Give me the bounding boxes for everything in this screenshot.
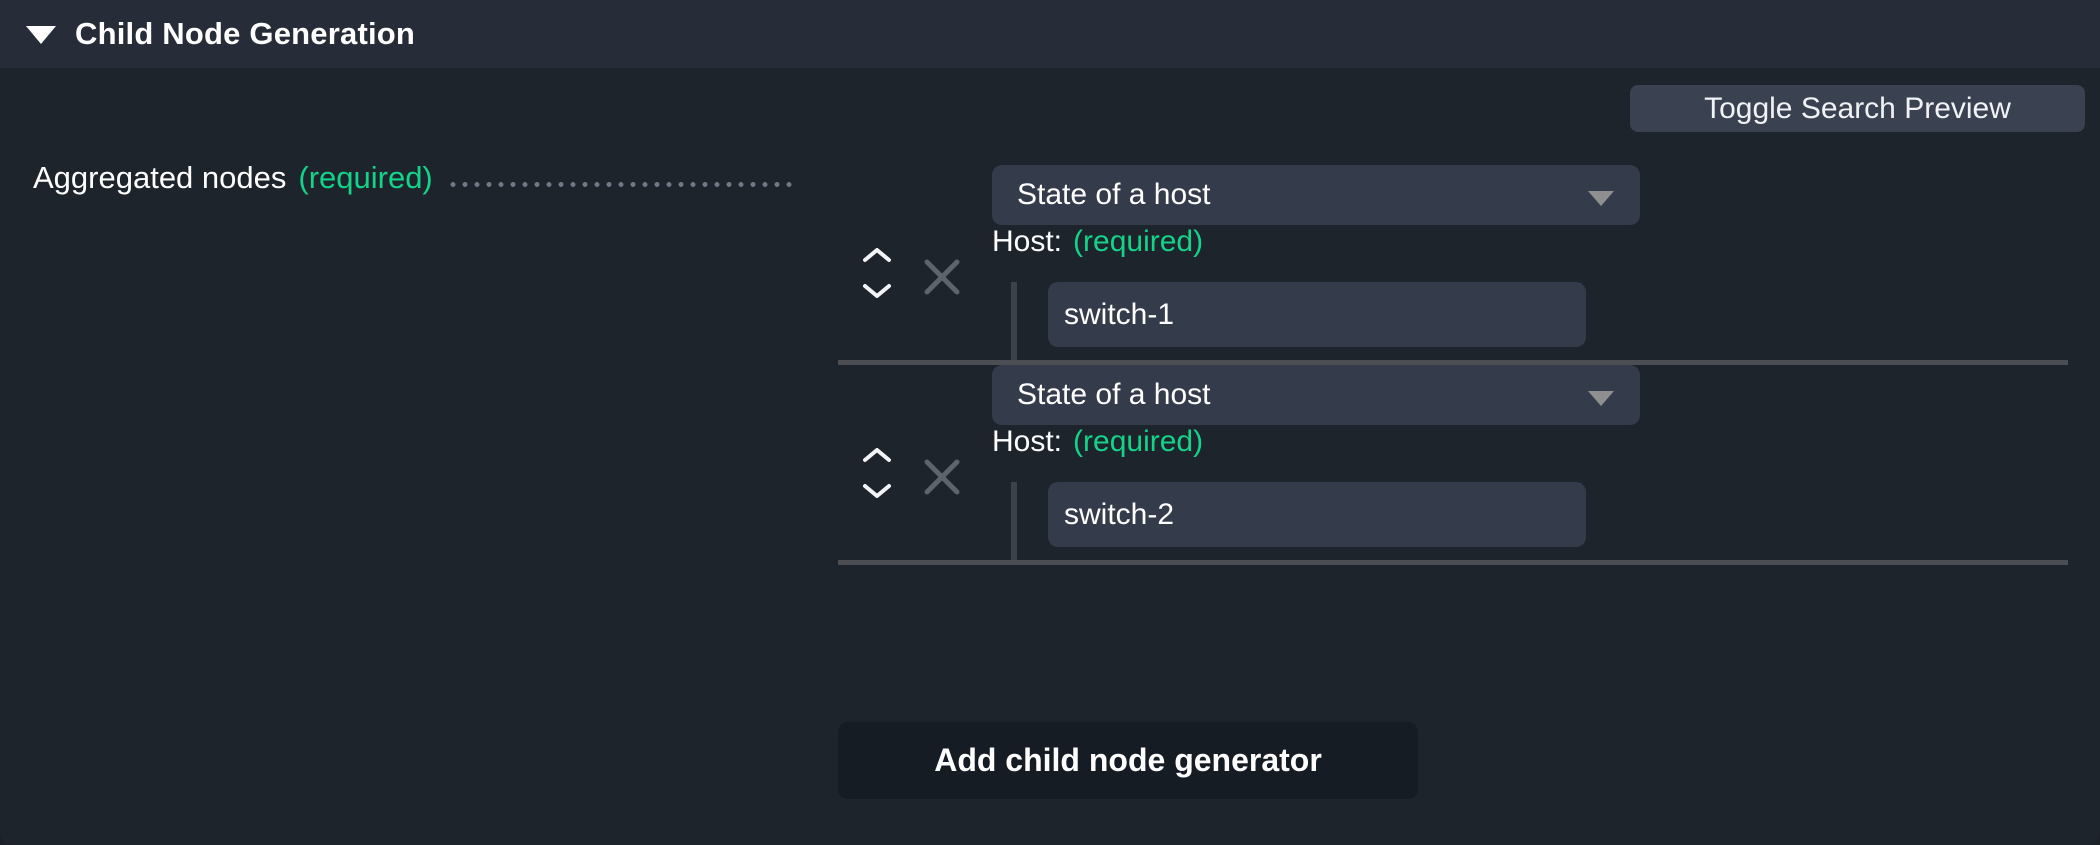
host-input[interactable] [1048, 282, 1586, 347]
toggle-search-preview-button[interactable]: Toggle Search Preview [1630, 85, 2085, 132]
generator-body: Host: (required) [0, 425, 2100, 560]
generator-type-select[interactable]: State of a host [992, 165, 1640, 225]
close-x-icon[interactable] [920, 455, 964, 499]
generator-type-select[interactable]: State of a host [992, 365, 1640, 425]
generator-type-value: State of a host [1017, 378, 1210, 412]
generator-type-value: State of a host [1017, 178, 1210, 212]
reorder-handle[interactable] [862, 247, 898, 317]
host-field-label-row: Host: (required) [992, 425, 1692, 465]
required-badge: (required) [1073, 425, 1203, 459]
chevron-down-icon[interactable] [862, 483, 892, 499]
host-input-wrap [992, 482, 1692, 547]
close-x-icon[interactable] [920, 255, 964, 299]
host-input-wrap [992, 282, 1692, 347]
host-field: Host: (required) [992, 225, 1692, 347]
child-node-generation-panel: Child Node Generation Toggle Search Prev… [0, 0, 2100, 845]
generator-body: Host: (required) [0, 225, 2100, 360]
host-label: Host: [992, 425, 1062, 459]
host-field-label-row: Host: (required) [992, 225, 1692, 265]
generator-type-row: State of a host [992, 365, 2100, 425]
page-title: Child Node Generation [75, 16, 415, 52]
indent-guide [1011, 482, 1017, 563]
chevron-down-icon[interactable] [862, 283, 892, 299]
chevron-up-icon[interactable] [862, 447, 892, 463]
generator-type-row: State of a host [992, 165, 2100, 225]
chevron-down-icon [1588, 391, 1614, 406]
generator-separator [838, 560, 2068, 565]
generator-block: State of a host H [0, 165, 2100, 365]
triangle-down-icon[interactable] [26, 26, 56, 44]
reorder-handle[interactable] [862, 447, 898, 517]
required-badge: (required) [1073, 225, 1203, 259]
chevron-up-icon[interactable] [862, 247, 892, 263]
chevron-down-icon [1588, 191, 1614, 206]
indent-guide [1011, 282, 1017, 363]
generator-block: State of a host H [0, 365, 2100, 565]
host-field: Host: (required) [992, 425, 1692, 547]
panel-header: Child Node Generation [0, 0, 2100, 68]
generator-list: State of a host H [0, 165, 2100, 565]
host-input[interactable] [1048, 482, 1586, 547]
add-child-node-generator-button[interactable]: Add child node generator [838, 722, 1418, 799]
host-label: Host: [992, 225, 1062, 259]
